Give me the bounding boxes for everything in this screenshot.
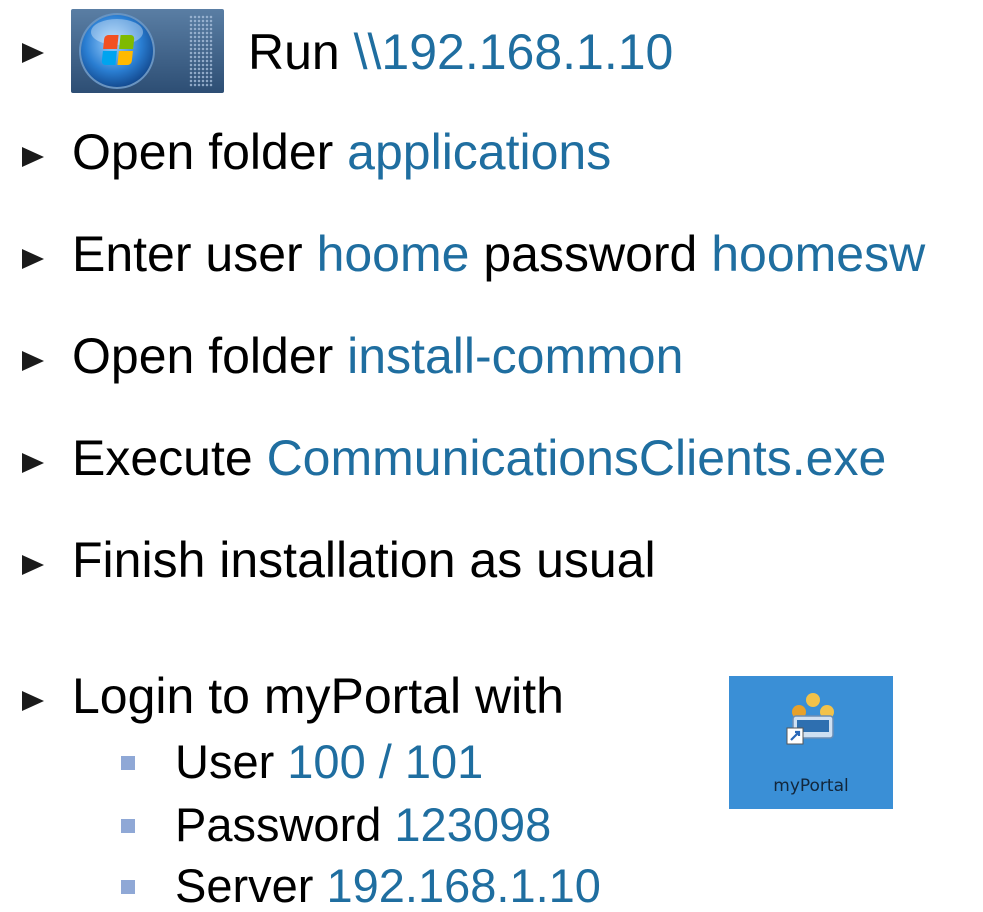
shortcut-label: myPortal: [773, 776, 849, 796]
step-text: Finish installation as usual: [72, 532, 656, 588]
bullet-icon: [22, 43, 44, 63]
folder-name: applications: [347, 124, 612, 180]
login-value: 123098: [394, 798, 552, 851]
executable-name: CommunicationsClients.exe: [266, 430, 887, 486]
step-text: Open folder applications: [72, 124, 611, 180]
login-user: User 100 / 101: [175, 736, 483, 788]
bullet-icon: [22, 691, 44, 711]
step-text: Enter user hoome password hoomesw: [72, 226, 925, 282]
password: hoomesw: [711, 226, 926, 282]
windows-start-orb-icon: [71, 9, 224, 93]
login-label: Password: [175, 798, 395, 851]
folder-name: install-common: [347, 328, 684, 384]
sub-bullet-icon: [121, 819, 135, 833]
step-text: Run \\192.168.1.10: [248, 24, 673, 80]
login-server: Server 192.168.1.10: [175, 860, 601, 912]
login-label: User: [175, 735, 288, 788]
username: hoome: [316, 226, 470, 282]
server-path: \\192.168.1.10: [353, 24, 674, 80]
step-prefix: Open folder: [72, 328, 348, 384]
step-middle: password: [469, 226, 712, 282]
step-prefix: Finish installation as usual: [72, 532, 656, 588]
login-label: Server: [175, 859, 327, 912]
step-prefix: Enter user: [72, 226, 317, 282]
step-prefix: Open folder: [72, 124, 348, 180]
step-prefix: Login to myPortal with: [72, 668, 564, 724]
step-text: Execute CommunicationsClients.exe: [72, 430, 886, 486]
step-text: Login to myPortal with: [72, 668, 564, 724]
step-text: Open folder install-common: [72, 328, 683, 384]
bullet-icon: [22, 147, 44, 167]
myportal-shortcut-icon[interactable]: myPortal: [729, 676, 893, 809]
bullet-icon: [22, 249, 44, 269]
step-prefix: Execute: [72, 430, 267, 486]
step-prefix: Run: [248, 24, 354, 80]
bullet-icon: [22, 351, 44, 371]
login-value: 192.168.1.10: [326, 859, 601, 912]
myportal-app-icon: [786, 693, 834, 745]
login-password: Password 123098: [175, 799, 551, 851]
sub-bullet-icon: [121, 880, 135, 894]
bullet-icon: [22, 555, 44, 575]
sub-bullet-icon: [121, 756, 135, 770]
bullet-icon: [22, 453, 44, 473]
login-value: 100 / 101: [287, 735, 484, 788]
